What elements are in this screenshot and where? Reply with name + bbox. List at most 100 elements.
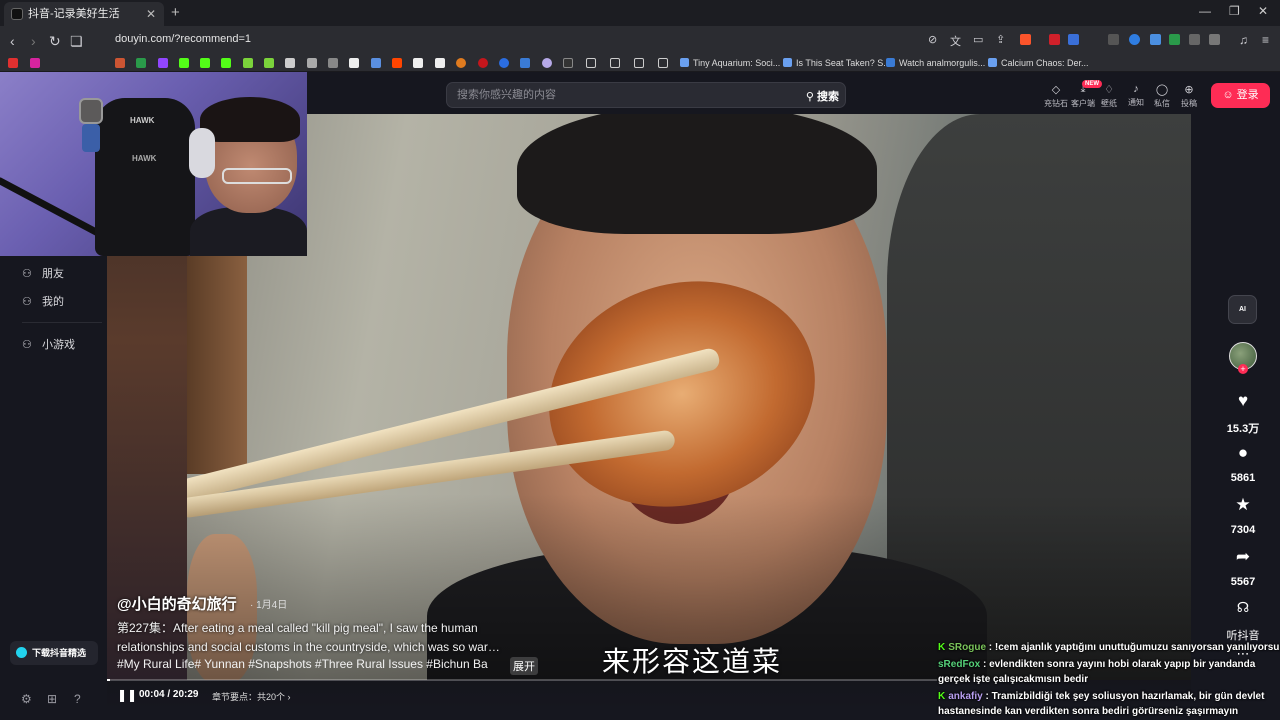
extension-icon[interactable] bbox=[1189, 34, 1200, 45]
bookmark-icon[interactable]: ❏ bbox=[70, 33, 83, 50]
progress-track[interactable] bbox=[107, 679, 937, 681]
streamer-webcam: HAWK HAWK bbox=[0, 72, 307, 256]
menu-icon[interactable]: ≡ bbox=[1262, 33, 1269, 47]
extension-icon[interactable] bbox=[371, 58, 381, 68]
extension-icon[interactable] bbox=[456, 58, 466, 68]
login-button[interactable]: ☺ 登录 bbox=[1211, 83, 1270, 108]
language-icon[interactable]: 文 bbox=[950, 33, 961, 49]
bookmark-item[interactable]: Calcium Chaos: Der... bbox=[988, 58, 1089, 68]
extension-icon[interactable] bbox=[307, 58, 317, 68]
friends-icon: ⚇ bbox=[22, 268, 32, 280]
reddit-icon[interactable] bbox=[392, 58, 402, 68]
extension-icon[interactable] bbox=[264, 58, 274, 68]
sidebar-item-mini-games[interactable]: ⚇ 小游戏 bbox=[22, 336, 75, 352]
wallpaper-button[interactable]: ♢ 壁纸 bbox=[1094, 83, 1124, 109]
search-button[interactable]: ⚲ 搜索 bbox=[806, 88, 839, 104]
minimize-icon[interactable]: — bbox=[1199, 4, 1211, 18]
bookmark-item[interactable]: Tiny Aquarium: Soci... bbox=[680, 58, 780, 68]
video-hashtags[interactable]: #My Rural Life# Yunnan #Snapshots #Three… bbox=[117, 657, 488, 671]
extension-icon[interactable] bbox=[563, 58, 573, 68]
folder-icon[interactable] bbox=[634, 58, 644, 68]
video-player[interactable] bbox=[187, 114, 1191, 680]
twitch-icon[interactable] bbox=[158, 58, 168, 68]
chair-brand: HAWK bbox=[132, 154, 157, 163]
kick-icon[interactable] bbox=[200, 58, 210, 68]
upload-button[interactable]: ⊕ 投稿 bbox=[1174, 83, 1204, 109]
reload-icon[interactable]: ↻ bbox=[49, 33, 61, 50]
download-app-button[interactable]: 下载抖音精选 bbox=[10, 641, 98, 665]
share-arrow-icon[interactable]: ➦ bbox=[1229, 547, 1257, 567]
browser-nav-bar: ‹ › ↻ ❏ douyin.com/?recommend=1 ⊘ 文 ▭ ⇪ … bbox=[0, 26, 1280, 54]
extension-icon[interactable] bbox=[413, 58, 423, 68]
grid-icon[interactable]: ⊞ bbox=[47, 692, 57, 706]
instagram-icon[interactable] bbox=[30, 58, 40, 68]
favorite-star-icon[interactable]: ★ bbox=[1229, 495, 1257, 515]
extension-icon[interactable] bbox=[1108, 34, 1119, 45]
help-icon[interactable]: ? bbox=[74, 692, 81, 706]
video-frame bbox=[517, 114, 877, 234]
search-box: ⚲ 搜索 bbox=[446, 82, 846, 108]
youtube-icon[interactable] bbox=[8, 58, 18, 68]
ublock-icon[interactable] bbox=[1049, 34, 1060, 45]
new-tab-icon[interactable]: + bbox=[171, 4, 180, 21]
kick-icon[interactable] bbox=[179, 58, 189, 68]
media-icon[interactable]: ♫ bbox=[1239, 33, 1248, 47]
pause-icon[interactable]: ❚❚ bbox=[117, 688, 137, 702]
browser-tab[interactable]: 抖音-记录美好生活 ✕ bbox=[4, 2, 164, 26]
address-bar[interactable]: douyin.com/?recommend=1 bbox=[115, 33, 251, 45]
brave-shield-icon[interactable] bbox=[1020, 34, 1031, 45]
cast-icon[interactable]: ▭ bbox=[973, 33, 983, 46]
extension-icon[interactable] bbox=[1150, 34, 1161, 45]
close-window-icon[interactable]: ✕ bbox=[1258, 4, 1268, 18]
comment-count: 5861 bbox=[1230, 472, 1256, 484]
like-icon[interactable]: ♥ bbox=[1229, 391, 1257, 411]
extension-icon[interactable] bbox=[478, 58, 488, 68]
close-tab-icon[interactable]: ✕ bbox=[146, 2, 156, 26]
recharge-button[interactable]: ◇ 充钻石 bbox=[1041, 83, 1071, 109]
progress-fill bbox=[107, 679, 110, 681]
settings-icon[interactable]: ⚙ bbox=[21, 692, 32, 706]
gmail-icon[interactable] bbox=[115, 58, 125, 68]
sidebar-item-profile[interactable]: ⚇ 我的 bbox=[22, 293, 64, 309]
extension-icon[interactable] bbox=[243, 58, 253, 68]
author-name[interactable]: @小白的奇幻旅行 bbox=[117, 593, 237, 614]
extension-icon[interactable] bbox=[328, 58, 338, 68]
folder-icon[interactable] bbox=[610, 58, 620, 68]
upload-icon: ⊕ bbox=[1184, 84, 1194, 96]
comment-icon[interactable]: ● bbox=[1229, 443, 1257, 463]
browser-tab-bar: 抖音-记录美好生活 ✕ + — ❐ ✕ bbox=[0, 0, 1280, 26]
folder-icon[interactable] bbox=[586, 58, 596, 68]
anchor-icon[interactable] bbox=[285, 58, 295, 68]
messages-button[interactable]: ◯ 私信 bbox=[1147, 83, 1177, 109]
extension-icon[interactable] bbox=[1129, 34, 1140, 45]
back-icon[interactable]: ‹ bbox=[10, 33, 15, 49]
chevron-right-icon: › bbox=[287, 692, 291, 702]
forward-icon[interactable]: › bbox=[31, 33, 36, 49]
like-count: 15.3万 bbox=[1226, 423, 1260, 435]
folder-icon[interactable] bbox=[658, 58, 668, 68]
maximize-icon[interactable]: ❐ bbox=[1229, 4, 1240, 18]
bookmark-item[interactable]: Watch analmorgulis... bbox=[886, 58, 985, 68]
kick-icon: K bbox=[938, 642, 946, 653]
extension-icon[interactable] bbox=[542, 58, 552, 68]
bookmark-item[interactable]: Is This Seat Taken? S... bbox=[783, 58, 891, 68]
extension-icon[interactable] bbox=[499, 58, 509, 68]
chapter-points-button[interactable]: 章节要点：共20个 › bbox=[212, 690, 291, 703]
translate-icon[interactable]: ⊘ bbox=[928, 33, 937, 46]
extension-icon[interactable] bbox=[520, 58, 530, 68]
extension-icon[interactable] bbox=[1169, 34, 1180, 45]
expand-description-button[interactable]: 展开 bbox=[510, 657, 538, 675]
kick-icon: K bbox=[938, 691, 946, 702]
drive-icon[interactable] bbox=[136, 58, 146, 68]
search-input[interactable] bbox=[447, 83, 787, 107]
kick-icon[interactable] bbox=[221, 58, 231, 68]
share-icon[interactable]: ⇪ bbox=[996, 33, 1005, 46]
sidebar-item-friends[interactable]: ⚇ 朋友 bbox=[22, 265, 64, 281]
amazon-icon[interactable] bbox=[435, 58, 445, 68]
ai-button[interactable]: AI bbox=[1228, 295, 1257, 324]
follow-plus-icon[interactable]: + bbox=[1238, 364, 1248, 374]
extension-icon[interactable] bbox=[1068, 34, 1079, 45]
x-icon[interactable] bbox=[349, 58, 359, 68]
extension-icon[interactable] bbox=[1209, 34, 1220, 45]
headphones-icon[interactable]: ☊ bbox=[1229, 599, 1257, 616]
